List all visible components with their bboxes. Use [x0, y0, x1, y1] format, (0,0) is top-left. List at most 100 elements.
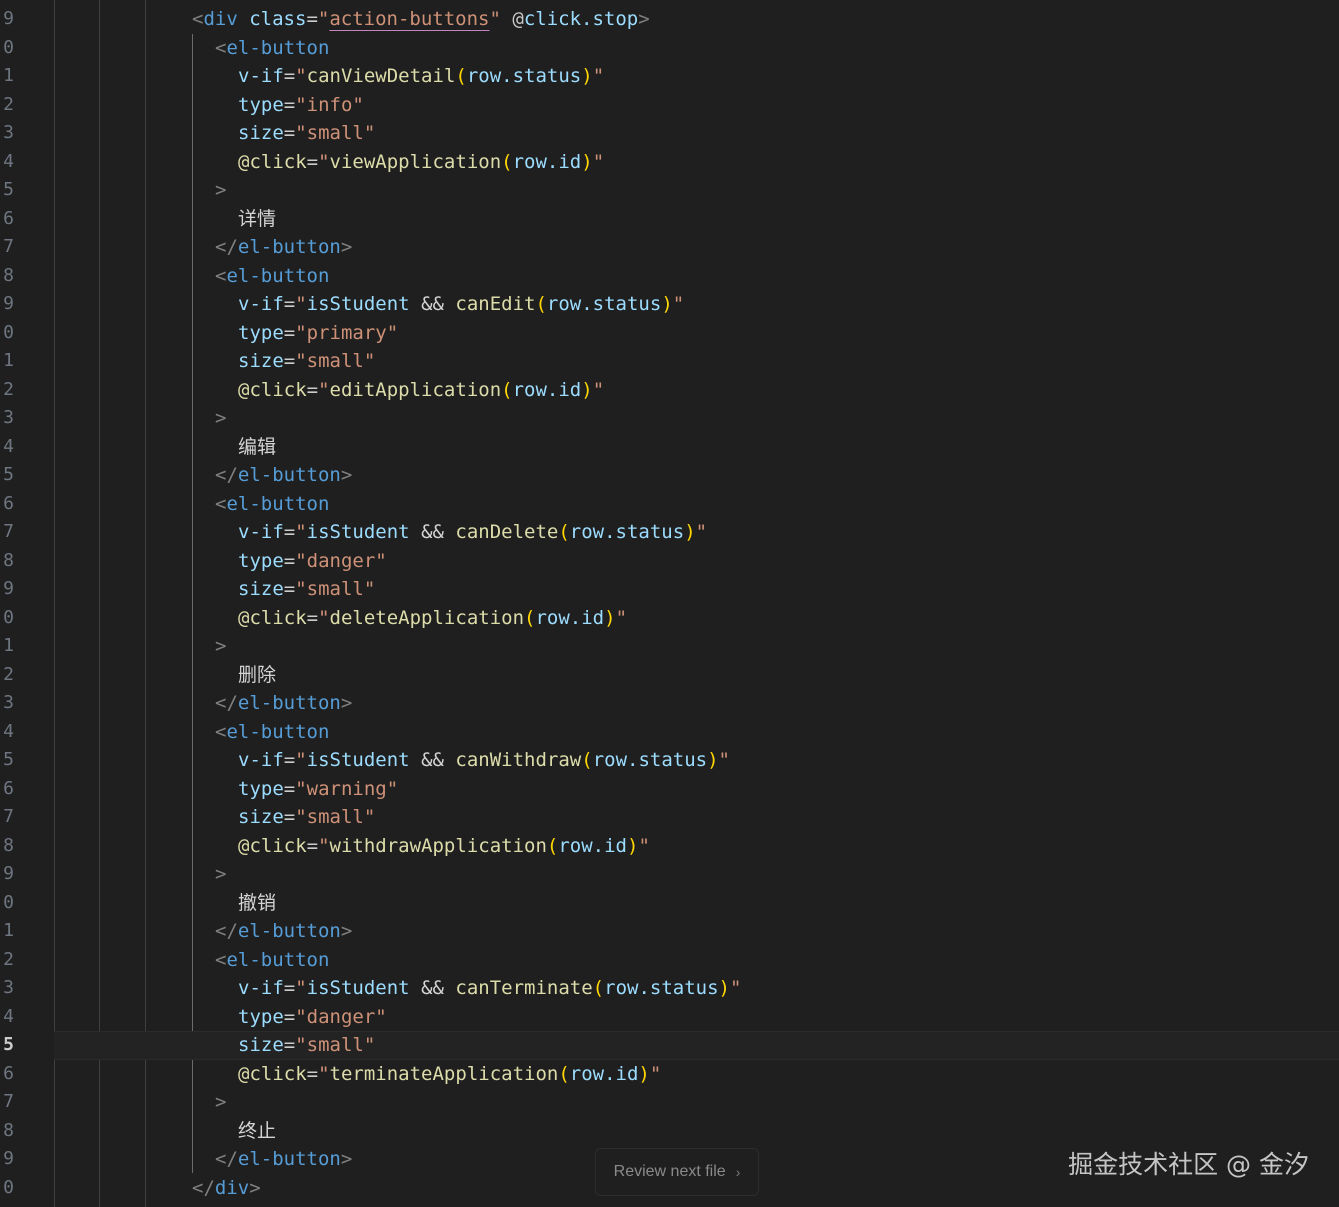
code-line[interactable]: @click="terminateApplication(row.id)" [0, 1060, 1339, 1089]
code-editor[interactable]: 9012345678901234567890123456789012345678… [0, 0, 1339, 1207]
code-line[interactable]: v-if="isStudent && canEdit(row.status)" [0, 290, 1339, 319]
code-line[interactable]: v-if="canViewDetail(row.status)" [0, 62, 1339, 91]
code-line[interactable]: type="warning" [0, 775, 1339, 804]
code-line[interactable]: 编辑 [0, 433, 1339, 462]
code-line[interactable]: <el-button [0, 718, 1339, 747]
code-line[interactable]: 详情 [0, 205, 1339, 234]
code-token: = [283, 1005, 296, 1028]
code-token: canWithdraw [455, 749, 582, 771]
code-line[interactable]: @click="editApplication(row.id)" [0, 376, 1339, 405]
code-line[interactable]: </el-button> [0, 461, 1339, 490]
code-line[interactable]: v-if="isStudent && canTerminate(row.stat… [0, 974, 1339, 1003]
code-token: editApplication [329, 378, 502, 401]
code-token: </ [192, 1176, 215, 1199]
code-line[interactable]: @click="viewApplication(row.id)" [0, 148, 1339, 177]
code-token: ( [558, 1062, 570, 1085]
code-line[interactable]: 删除 [0, 661, 1339, 690]
code-line[interactable]: @click="deleteApplication(row.id)" [0, 604, 1339, 633]
code-token: && [409, 521, 456, 543]
code-token: < [215, 492, 227, 515]
code-token: = [283, 977, 296, 999]
code-line[interactable]: v-if="isStudent && canWithdraw(row.statu… [0, 746, 1339, 775]
code-token: " [295, 293, 307, 315]
code-line[interactable]: 撤销 [0, 889, 1339, 918]
code-token: viewApplication [329, 150, 502, 173]
code-line[interactable]: </el-button> [0, 689, 1339, 718]
code-token: size [238, 578, 284, 600]
code-line[interactable]: > [0, 860, 1339, 889]
code-token: div [203, 8, 238, 30]
code-token: @click [238, 606, 307, 629]
code-token: </ [215, 464, 238, 486]
code-line[interactable]: 终止 [0, 1117, 1339, 1146]
code-token: canViewDetail [306, 65, 456, 87]
code-token: < [215, 36, 227, 59]
code-token: ) [581, 150, 593, 173]
code-line[interactable]: type="info" [0, 91, 1339, 120]
code-token: = [283, 122, 296, 144]
code-token: "danger" [295, 549, 387, 572]
code-token: row.status [604, 977, 719, 999]
code-line[interactable]: type="danger" [0, 1003, 1339, 1032]
code-line[interactable]: type="primary" [0, 319, 1339, 348]
code-token: < [215, 948, 227, 971]
code-token: @ [512, 8, 524, 30]
code-token: "danger" [295, 1005, 387, 1028]
code-token: ( [592, 977, 605, 999]
code-line[interactable]: <el-button [0, 34, 1339, 63]
code-token: = [283, 749, 296, 771]
code-token: = [283, 549, 296, 572]
code-line[interactable]: v-if="isStudent && canDelete(row.status)… [0, 518, 1339, 547]
code-token: > [215, 635, 227, 657]
code-content[interactable]: <div class="action-buttons" @click.stop>… [0, 5, 1339, 1202]
code-line[interactable]: > [0, 404, 1339, 433]
code-token: el-button [237, 464, 341, 486]
code-line[interactable]: > [0, 1088, 1339, 1117]
code-line[interactable]: </el-button> [0, 233, 1339, 262]
code-token: " [592, 65, 605, 87]
code-token: = [283, 93, 296, 116]
code-line[interactable]: <el-button [0, 490, 1339, 519]
code-line[interactable]: type="danger" [0, 547, 1339, 576]
review-next-file-label: Review next file [613, 1163, 726, 1180]
code-token: = [283, 65, 296, 87]
code-token: @click [238, 1062, 307, 1085]
code-token: > [215, 1091, 227, 1113]
code-line[interactable]: size="small" [0, 803, 1339, 832]
code-token: v-if [238, 749, 284, 771]
chevron-right-icon: › [735, 1164, 741, 1180]
code-line[interactable]: size="small" [0, 347, 1339, 376]
code-line[interactable]: <div class="action-buttons" @click.stop> [0, 5, 1339, 34]
code-line[interactable]: size="small" [0, 119, 1339, 148]
code-token: type [238, 93, 284, 116]
code-line[interactable]: <el-button [0, 262, 1339, 291]
code-token: 详情 [238, 207, 277, 230]
code-token: terminateApplication [329, 1062, 559, 1085]
code-token: = [283, 578, 296, 600]
code-token: </ [215, 692, 238, 714]
code-line[interactable]: > [0, 176, 1339, 205]
code-token: && [409, 749, 456, 771]
code-token: size [238, 122, 284, 144]
code-token: " [592, 150, 605, 173]
code-token: " [649, 1062, 662, 1085]
code-line[interactable]: > [0, 632, 1339, 661]
code-token: = [283, 1034, 296, 1056]
code-line[interactable]: @click="withdrawApplication(row.id)" [0, 832, 1339, 861]
code-line[interactable]: <el-button [0, 946, 1339, 975]
code-token: 终止 [238, 1119, 277, 1142]
code-token: v-if [238, 65, 284, 87]
code-line[interactable]: </el-button> [0, 917, 1339, 946]
review-next-file-button[interactable]: Review next file › [595, 1148, 759, 1196]
code-token: " [489, 8, 501, 30]
code-token: el-button [237, 236, 341, 258]
code-token: ( [558, 521, 570, 543]
code-token: el-button [226, 492, 330, 515]
code-token: > [340, 692, 353, 714]
code-line[interactable]: size="small" [0, 575, 1339, 604]
code-token: " [615, 606, 628, 629]
code-token: row.id [558, 834, 627, 857]
code-line[interactable]: size="small" [0, 1031, 1339, 1060]
code-token: > [340, 464, 353, 486]
code-token: " [695, 521, 708, 543]
